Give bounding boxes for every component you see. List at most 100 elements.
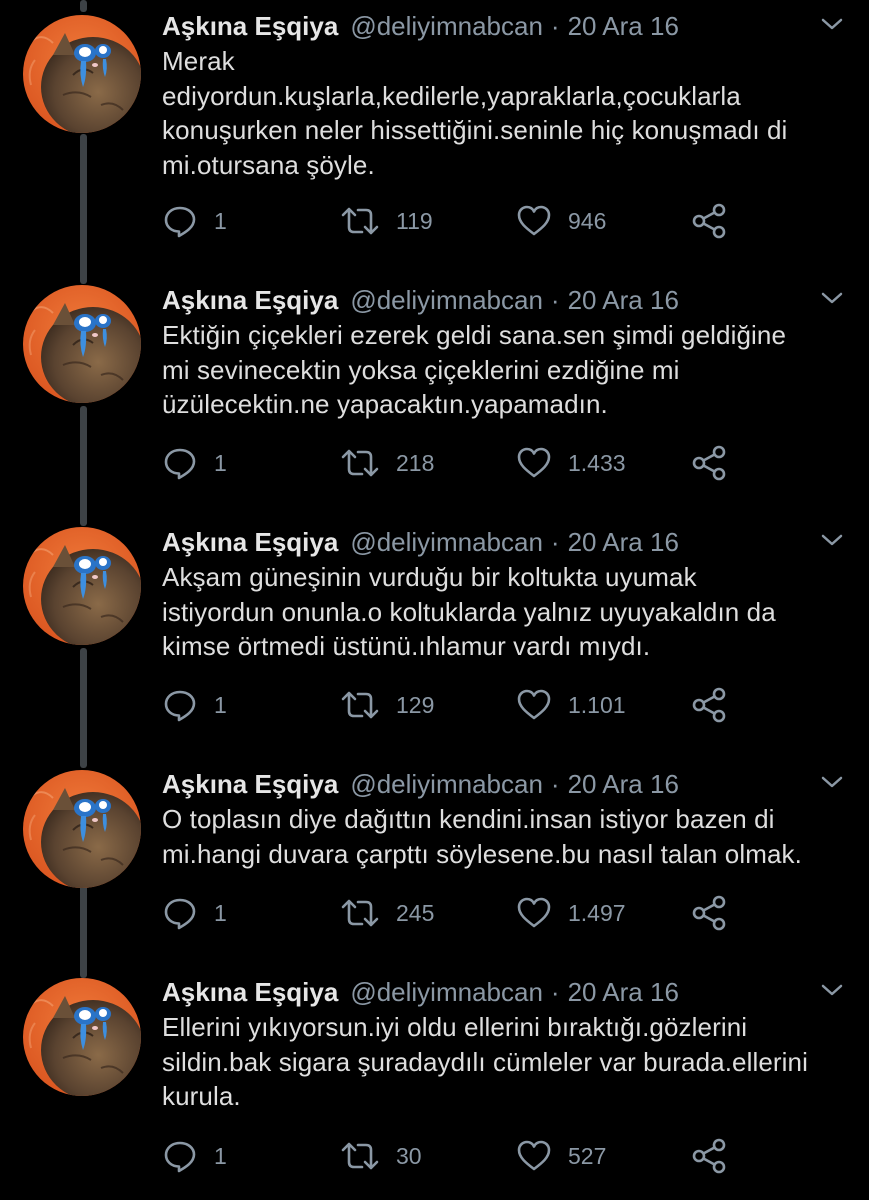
tweet-text-line: Ektiğin çiçekleri ezerek geldi sana.sen … — [162, 320, 787, 350]
tweet-text: O toplasın diye dağıttın kendini.insan i… — [162, 802, 852, 871]
retweet-icon — [341, 899, 379, 927]
retweet-button[interactable]: 245 — [340, 893, 434, 933]
tweet-text: Akşam güneşinin vurduğu bir koltukta uyu… — [162, 560, 852, 664]
avatar[interactable] — [23, 285, 141, 403]
like-count: 1.433 — [568, 449, 626, 476]
display-name[interactable]: Aşkına Eşqiya — [162, 11, 338, 42]
tweet-text-line: mi sevinecektin yoksa çiçeklerini ezdiği… — [162, 354, 680, 385]
retweet-button[interactable]: 30 — [340, 1136, 422, 1176]
retweet-button[interactable]: 218 — [340, 443, 434, 483]
tweet-text-line: Ellerini yıkıyorsun.iyi oldu ellerini bı… — [162, 1012, 748, 1042]
username[interactable]: @deliyimnabcan — [350, 769, 543, 800]
share-button[interactable] — [690, 443, 728, 483]
retweet-button[interactable]: 129 — [340, 685, 434, 725]
share-icon — [692, 687, 726, 723]
reply-button[interactable]: 1 — [162, 1136, 227, 1176]
share-button[interactable] — [690, 1136, 728, 1176]
retweet-icon — [341, 449, 379, 477]
share-icon — [692, 895, 726, 931]
share-button[interactable] — [690, 685, 728, 725]
tweet-header: Aşkına Eşqiya @deliyimnabcan · 20 Ara 16 — [162, 280, 679, 320]
like-count: 946 — [568, 207, 607, 234]
reply-button[interactable]: 1 — [162, 201, 227, 241]
timestamp[interactable]: 20 Ara 16 — [568, 769, 679, 800]
retweet-count: 245 — [396, 899, 435, 926]
chevron-down-icon[interactable] — [818, 530, 846, 550]
chevron-down-icon[interactable] — [818, 288, 846, 308]
avatar[interactable] — [23, 15, 141, 133]
reply-icon — [164, 1141, 196, 1173]
share-button[interactable] — [690, 201, 728, 241]
tweet-text-line: konuşurken neler hissettiğini.seninle hi… — [162, 115, 788, 145]
reply-icon — [164, 448, 196, 480]
share-icon — [692, 1138, 726, 1174]
timestamp[interactable]: 20 Ara 16 — [568, 527, 679, 558]
tweet-header: Aşkına Eşqiya @deliyimnabcan · 20 Ara 16 — [162, 6, 679, 46]
display-name[interactable]: Aşkına Eşqiya — [162, 285, 338, 316]
like-button[interactable]: 1.497 — [516, 893, 626, 933]
username[interactable]: @deliyimnabcan — [350, 527, 543, 558]
thread-line — [80, 134, 87, 284]
like-button[interactable]: 1.433 — [516, 443, 626, 483]
tweet-text-line: Akşam güneşinin vurduğu bir koltukta uyu… — [162, 562, 697, 592]
separator-dot: · — [550, 10, 560, 41]
tweet-text-line: istiyordun onunla.o koltuklarda yalnız u… — [162, 596, 776, 627]
like-button[interactable]: 527 — [516, 1136, 606, 1176]
chevron-down-icon[interactable] — [818, 772, 846, 792]
tweet-text: Merak ediyordun.kuşlarla,kedilerle,yapra… — [162, 44, 852, 182]
reply-icon — [164, 206, 196, 238]
like-button[interactable]: 946 — [516, 201, 606, 241]
tweet-text: Ektiğin çiçekleri ezerek geldi sana.sen … — [162, 318, 852, 422]
avatar[interactable] — [23, 770, 141, 888]
reply-button[interactable]: 1 — [162, 443, 227, 483]
like-button[interactable]: 1.101 — [516, 685, 626, 725]
tweet-text-line: mi.otursana şöyle. — [162, 149, 375, 180]
display-name[interactable]: Aşkına Eşqiya — [162, 769, 338, 800]
like-count: 1.497 — [568, 899, 626, 926]
tweet-text-line: kurula. — [162, 1081, 241, 1111]
timestamp[interactable]: 20 Ara 16 — [568, 285, 679, 316]
like-count: 527 — [568, 1142, 607, 1169]
reply-count: 1 — [214, 899, 227, 926]
heart-icon — [517, 689, 551, 720]
retweet-count: 119 — [396, 207, 433, 234]
share-button[interactable] — [690, 893, 728, 933]
tweet-header: Aşkına Eşqiya @deliyimnabcan · 20 Ara 16 — [162, 972, 679, 1012]
tweet-text: Ellerini yıkıyorsun.iyi oldu ellerini bı… — [162, 1010, 852, 1114]
tweet-text-line: sildin.bak sigara şuradaydılı cümleler v… — [162, 1046, 808, 1077]
heart-icon — [517, 897, 551, 928]
username[interactable]: @deliyimnabcan — [350, 285, 543, 316]
tweet-text-line: üzülecektin.ne yapacaktın.yapamadın. — [162, 389, 608, 419]
heart-icon — [517, 205, 551, 236]
thread-line — [80, 648, 87, 768]
username[interactable]: @deliyimnabcan — [350, 11, 543, 42]
retweet-button[interactable]: 119 — [340, 201, 433, 241]
retweet-count: 218 — [396, 449, 435, 476]
separator-dot: · — [550, 526, 560, 557]
separator-dot: · — [550, 284, 560, 315]
tweet-text-line: ediyordun.kuşlarla,kedilerle,yapraklarla… — [162, 80, 741, 111]
like-count: 1.101 — [568, 691, 626, 718]
heart-icon — [517, 447, 551, 478]
chevron-down-icon[interactable] — [818, 14, 846, 34]
reply-button[interactable]: 1 — [162, 893, 227, 933]
username[interactable]: @deliyimnabcan — [350, 977, 543, 1008]
timestamp[interactable]: 20 Ara 16 — [568, 11, 679, 42]
avatar[interactable] — [23, 978, 141, 1096]
retweet-icon — [341, 207, 379, 235]
tweet-header: Aşkına Eşqiya @deliyimnabcan · 20 Ara 16 — [162, 522, 679, 562]
share-icon — [692, 445, 726, 481]
display-name[interactable]: Aşkına Eşqiya — [162, 527, 338, 558]
display-name[interactable]: Aşkına Eşqiya — [162, 977, 338, 1008]
retweet-icon — [341, 691, 379, 719]
heart-icon — [517, 1140, 551, 1171]
thread-line — [80, 0, 87, 12]
timestamp[interactable]: 20 Ara 16 — [568, 977, 679, 1008]
reply-count: 1 — [214, 691, 227, 718]
tweet-text-line: kimse örtmedi üstünü.ıhlamur vardı mıydı… — [162, 631, 651, 661]
separator-dot: · — [550, 768, 560, 799]
chevron-down-icon[interactable] — [818, 980, 846, 1000]
reply-button[interactable]: 1 — [162, 685, 227, 725]
avatar[interactable] — [23, 527, 141, 645]
reply-icon — [164, 690, 196, 722]
